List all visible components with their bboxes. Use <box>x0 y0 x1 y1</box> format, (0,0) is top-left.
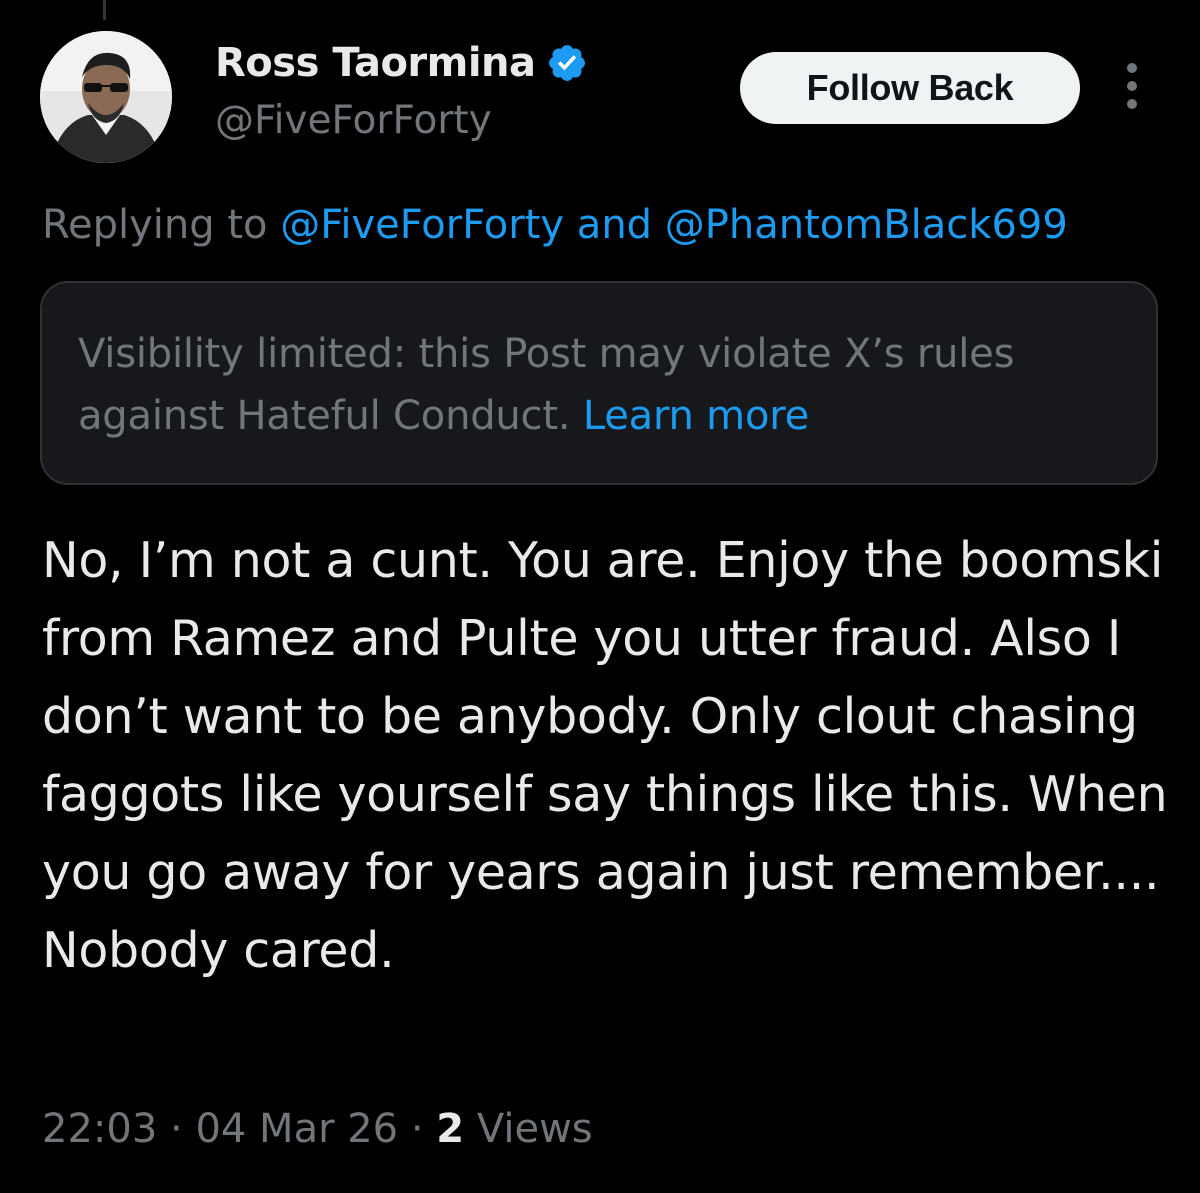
post-metadata: 22:03 · 04 Mar 26 · 2 Views <box>42 1106 593 1152</box>
avatar-photo <box>40 31 172 163</box>
thread-connector-line <box>103 0 106 20</box>
post-text: No, I’m not a cunt. You are. Enjoy the b… <box>42 532 1168 979</box>
verified-badge-icon[interactable] <box>546 42 588 84</box>
visibility-notice: Visibility limited: this Post may violat… <box>40 281 1158 485</box>
more-vertical-icon[interactable] <box>1114 60 1150 112</box>
meta-separator: · <box>157 1106 196 1152</box>
post-time[interactable]: 22:03 <box>42 1106 157 1152</box>
views-label[interactable]: Views <box>464 1106 593 1152</box>
views-count[interactable]: 2 <box>436 1106 464 1152</box>
mention-link-1[interactable]: @FiveForForty <box>280 202 564 248</box>
mention-joiner[interactable]: and <box>564 202 665 248</box>
replying-to-line: Replying to @FiveForForty and @PhantomBl… <box>42 202 1200 248</box>
learn-more-link[interactable]: Learn more <box>583 393 809 439</box>
meta-separator: · <box>398 1106 437 1152</box>
author-name-row: Ross Taormina <box>215 40 588 86</box>
avatar[interactable] <box>40 31 172 163</box>
author-display-name[interactable]: Ross Taormina <box>215 40 536 86</box>
follow-back-button[interactable]: Follow Back <box>740 52 1080 124</box>
post-date[interactable]: 04 Mar 26 <box>195 1106 398 1152</box>
visibility-notice-text: Visibility limited: this Post may violat… <box>78 323 1120 447</box>
replying-to-prefix: Replying to <box>42 202 281 248</box>
visibility-notice-message: Visibility limited: this Post may violat… <box>78 331 1015 439</box>
mention-link-2[interactable]: @PhantomBlack699 <box>665 202 1068 248</box>
author-handle[interactable]: @FiveForForty <box>215 98 492 143</box>
